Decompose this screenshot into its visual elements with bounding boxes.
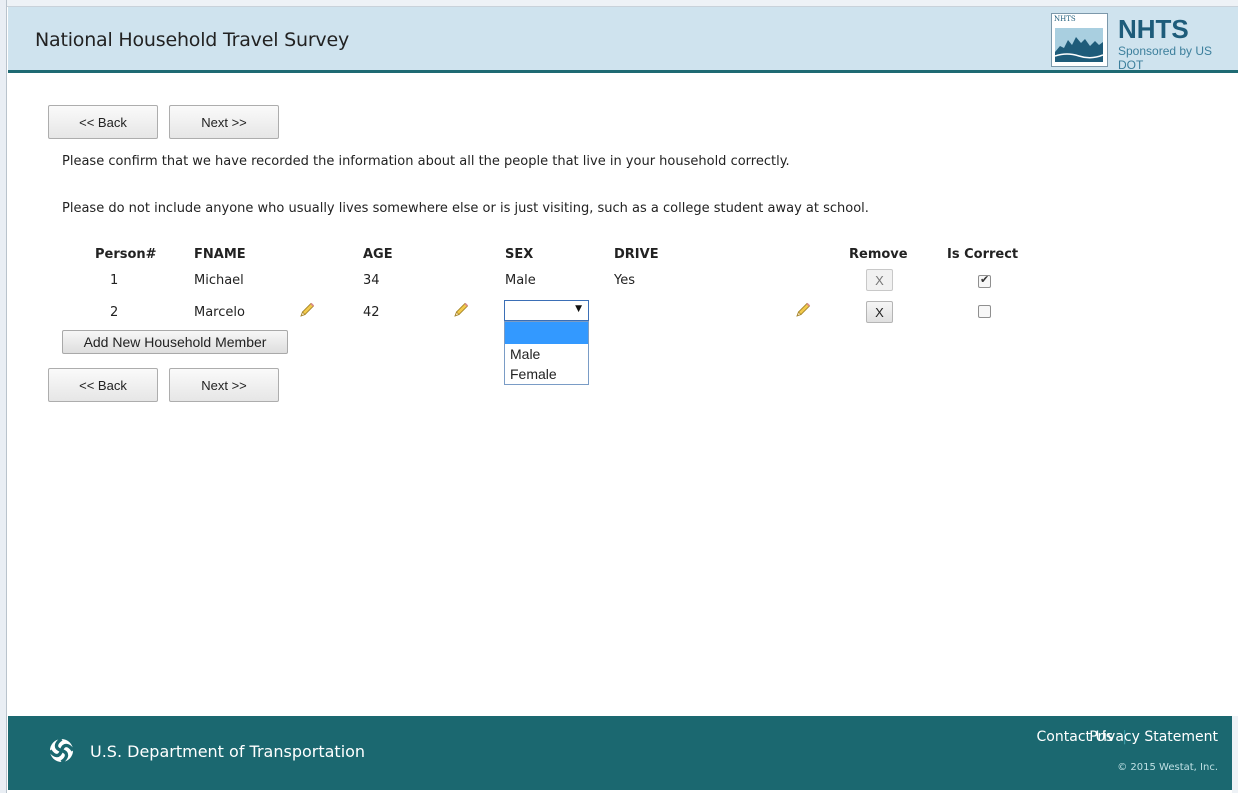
is-correct-checkbox[interactable]: ✔ — [978, 273, 991, 288]
remove-button[interactable]: X — [866, 301, 893, 323]
age-value: 34 — [363, 273, 380, 288]
checkmark-icon: ✔ — [980, 273, 990, 286]
remove-button[interactable]: X — [866, 269, 893, 291]
pencil-icon[interactable] — [452, 301, 470, 319]
person-number: 1 — [110, 273, 119, 288]
sex-option-blank[interactable] — [505, 322, 588, 344]
header-drive: DRIVE — [614, 247, 659, 262]
add-household-member-button[interactable]: Add New Household Member — [62, 330, 288, 354]
header-remove: Remove — [849, 247, 908, 262]
back-button-bottom[interactable]: << Back — [48, 368, 158, 402]
copyright: © 2015 Westat, Inc. — [1117, 762, 1218, 773]
logo-mini-text: NHTS — [1054, 15, 1076, 23]
footer-bar: U.S. Department of Transportation Contac… — [8, 716, 1232, 790]
next-button-bottom[interactable]: Next >> — [169, 368, 279, 402]
dept-name: U.S. Department of Transportation — [90, 742, 366, 761]
logo-subtitle: Sponsored by US DOT — [1118, 44, 1213, 72]
is-correct-checkbox[interactable] — [978, 305, 991, 318]
window-left-edge — [0, 0, 7, 793]
app-title: National Household Travel Survey — [35, 29, 350, 51]
next-button-top[interactable]: Next >> — [169, 105, 279, 139]
privacy-statement-link[interactable]: Privacy Statement — [1089, 729, 1218, 745]
fname-value: Michael — [194, 273, 244, 288]
sex-dropdown-list: Male Female — [504, 321, 589, 385]
age-value: 42 — [363, 305, 380, 320]
window-right-edge — [1232, 716, 1238, 793]
instruction-exclude: Please do not include anyone who usually… — [62, 201, 869, 216]
header-age: AGE — [363, 247, 393, 262]
drive-value: Yes — [614, 273, 635, 288]
header-person: Person# — [95, 247, 157, 262]
nhts-logo-icon: NHTS — [1051, 13, 1108, 67]
sex-value: Male — [505, 273, 536, 288]
sex-option-female[interactable]: Female — [505, 364, 588, 384]
back-button-top[interactable]: << Back — [48, 105, 158, 139]
header-is-correct: Is Correct — [947, 247, 1019, 262]
sex-select[interactable]: ▼ — [504, 300, 589, 321]
pencil-icon[interactable] — [794, 301, 812, 319]
fname-value: Marcelo — [194, 305, 245, 320]
person-number: 2 — [110, 305, 119, 320]
sex-option-male[interactable]: Male — [505, 344, 588, 364]
instruction-confirm: Please confirm that we have recorded the… — [62, 154, 790, 169]
window-top-edge — [0, 0, 1238, 7]
header-sex: SEX — [505, 247, 534, 262]
dot-logo-icon — [49, 738, 74, 763]
pencil-icon[interactable] — [298, 301, 316, 319]
logo-name: NHTS — [1118, 14, 1189, 44]
header-fname: FNAME — [194, 247, 246, 262]
header-bar: National Household Travel Survey NHTS NH… — [8, 7, 1238, 73]
dropdown-arrow-icon: ▼ — [575, 304, 582, 314]
